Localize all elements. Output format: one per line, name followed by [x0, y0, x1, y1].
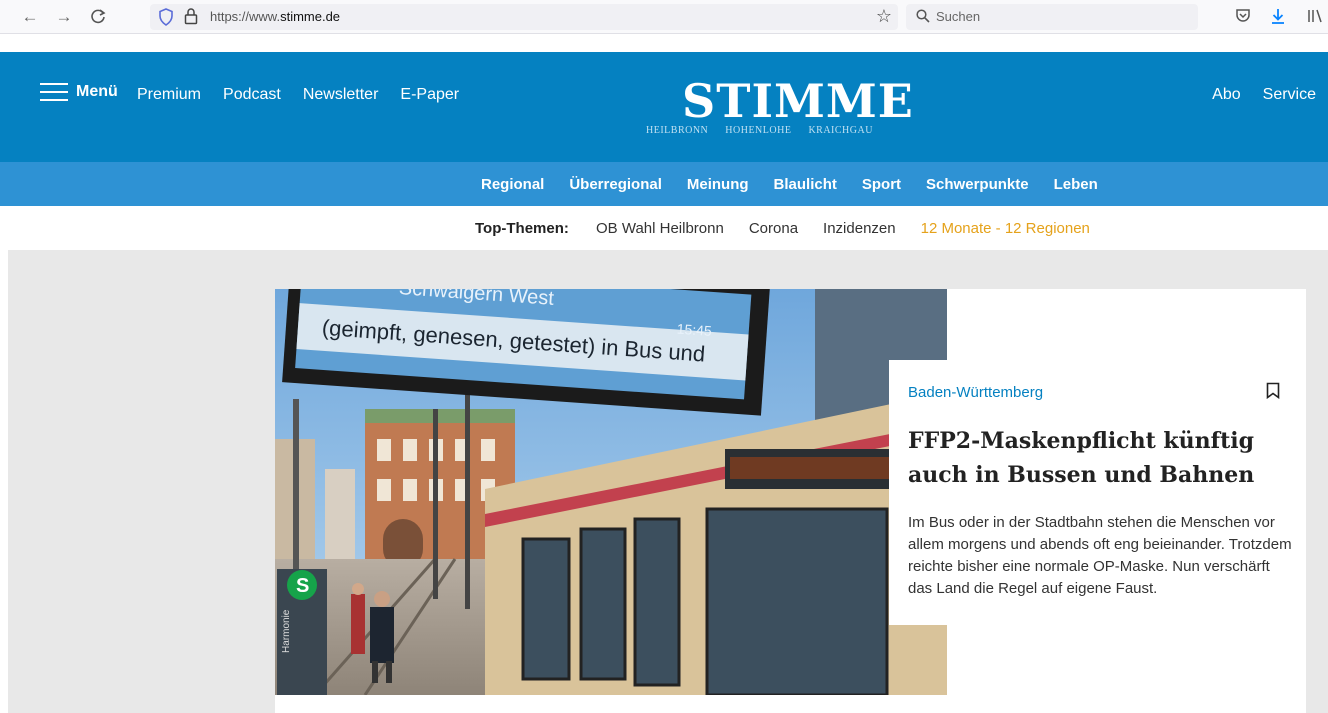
bookmark-icon[interactable]: [1266, 382, 1280, 404]
nav-regional[interactable]: Regional: [481, 176, 544, 193]
bookmark-star-icon[interactable]: ☆: [876, 6, 892, 27]
nav-meinung[interactable]: Meinung: [687, 176, 749, 193]
search-icon: [916, 9, 930, 28]
topic-ob-wahl[interactable]: OB Wahl Heilbronn: [596, 220, 724, 237]
logo-text: STIMME: [682, 74, 914, 128]
link-newsletter[interactable]: Newsletter: [303, 86, 379, 104]
reload-icon[interactable]: [88, 8, 108, 26]
link-abo[interactable]: Abo: [1212, 86, 1240, 104]
logo-regions: HEILBRONN HOHENLOHE KRAICHGAU: [646, 125, 873, 136]
top-links: Premium Podcast Newsletter E-Paper: [137, 86, 459, 104]
nav-ueberregional[interactable]: Überregional: [569, 176, 662, 193]
article-kicker[interactable]: Baden-Württemberg: [908, 384, 1043, 401]
nav-blaulicht[interactable]: Blaulicht: [774, 176, 837, 193]
pocket-icon[interactable]: [1235, 7, 1251, 30]
top-themen-bar: Top-Themen: OB Wahl Heilbronn Corona Inz…: [0, 206, 1328, 250]
right-links: Abo Service: [1212, 86, 1316, 104]
category-nav: Regional Überregional Meinung Blaulicht …: [0, 162, 1328, 206]
link-service[interactable]: Service: [1263, 86, 1316, 104]
article-image[interactable]: S Harmonie Schwaigern West (geimpft, gen…: [275, 289, 947, 695]
nav-sport[interactable]: Sport: [862, 176, 901, 193]
article-headline[interactable]: FFP2-Maskenpflicht künftig auch in Busse…: [908, 424, 1288, 492]
topic-corona[interactable]: Corona: [749, 220, 798, 237]
download-icon[interactable]: [1270, 7, 1286, 30]
menu-button[interactable]: Menü: [40, 83, 118, 101]
article-teaser: Im Bus oder in der Stadtbahn stehen die …: [908, 514, 1292, 597]
nav-leben[interactable]: Leben: [1054, 176, 1098, 193]
topic-inzidenzen[interactable]: Inzidenzen: [823, 220, 896, 237]
nav-schwerpunkte[interactable]: Schwerpunkte: [926, 176, 1029, 193]
forward-icon[interactable]: →: [54, 8, 74, 26]
search-placeholder: Suchen: [936, 9, 981, 24]
link-epaper[interactable]: E-Paper: [400, 86, 459, 104]
menu-label: Menü: [76, 83, 118, 100]
search-box[interactable]: Suchen: [906, 4, 1198, 30]
topic-12-monate[interactable]: 12 Monate - 12 Regionen: [921, 220, 1090, 237]
site-header: Menü Premium Podcast Newsletter E-Paper …: [0, 52, 1328, 162]
harmonie-sign-text: Harmonie: [281, 609, 292, 653]
lock-icon[interactable]: [183, 7, 199, 30]
url-text: https://www.stimme.de: [210, 9, 341, 24]
hamburger-icon: [40, 83, 68, 101]
sign-time: 15:45: [676, 321, 712, 339]
back-icon[interactable]: ←: [20, 8, 40, 26]
article-teaser-box[interactable]: Baden-Württemberg FFP2-Maskenpflicht kün…: [889, 360, 1306, 625]
library-icon[interactable]: [1306, 7, 1324, 30]
browser-toolbar: ← → https://www.stimme.de ☆ Suchen: [0, 0, 1328, 34]
link-premium[interactable]: Premium: [137, 86, 201, 104]
svg-text:S: S: [296, 575, 309, 597]
link-podcast[interactable]: Podcast: [223, 86, 281, 104]
address-bar[interactable]: https://www.stimme.de ☆: [150, 4, 898, 30]
top-themen-label: Top-Themen:: [475, 220, 569, 237]
shield-icon[interactable]: [158, 8, 174, 31]
